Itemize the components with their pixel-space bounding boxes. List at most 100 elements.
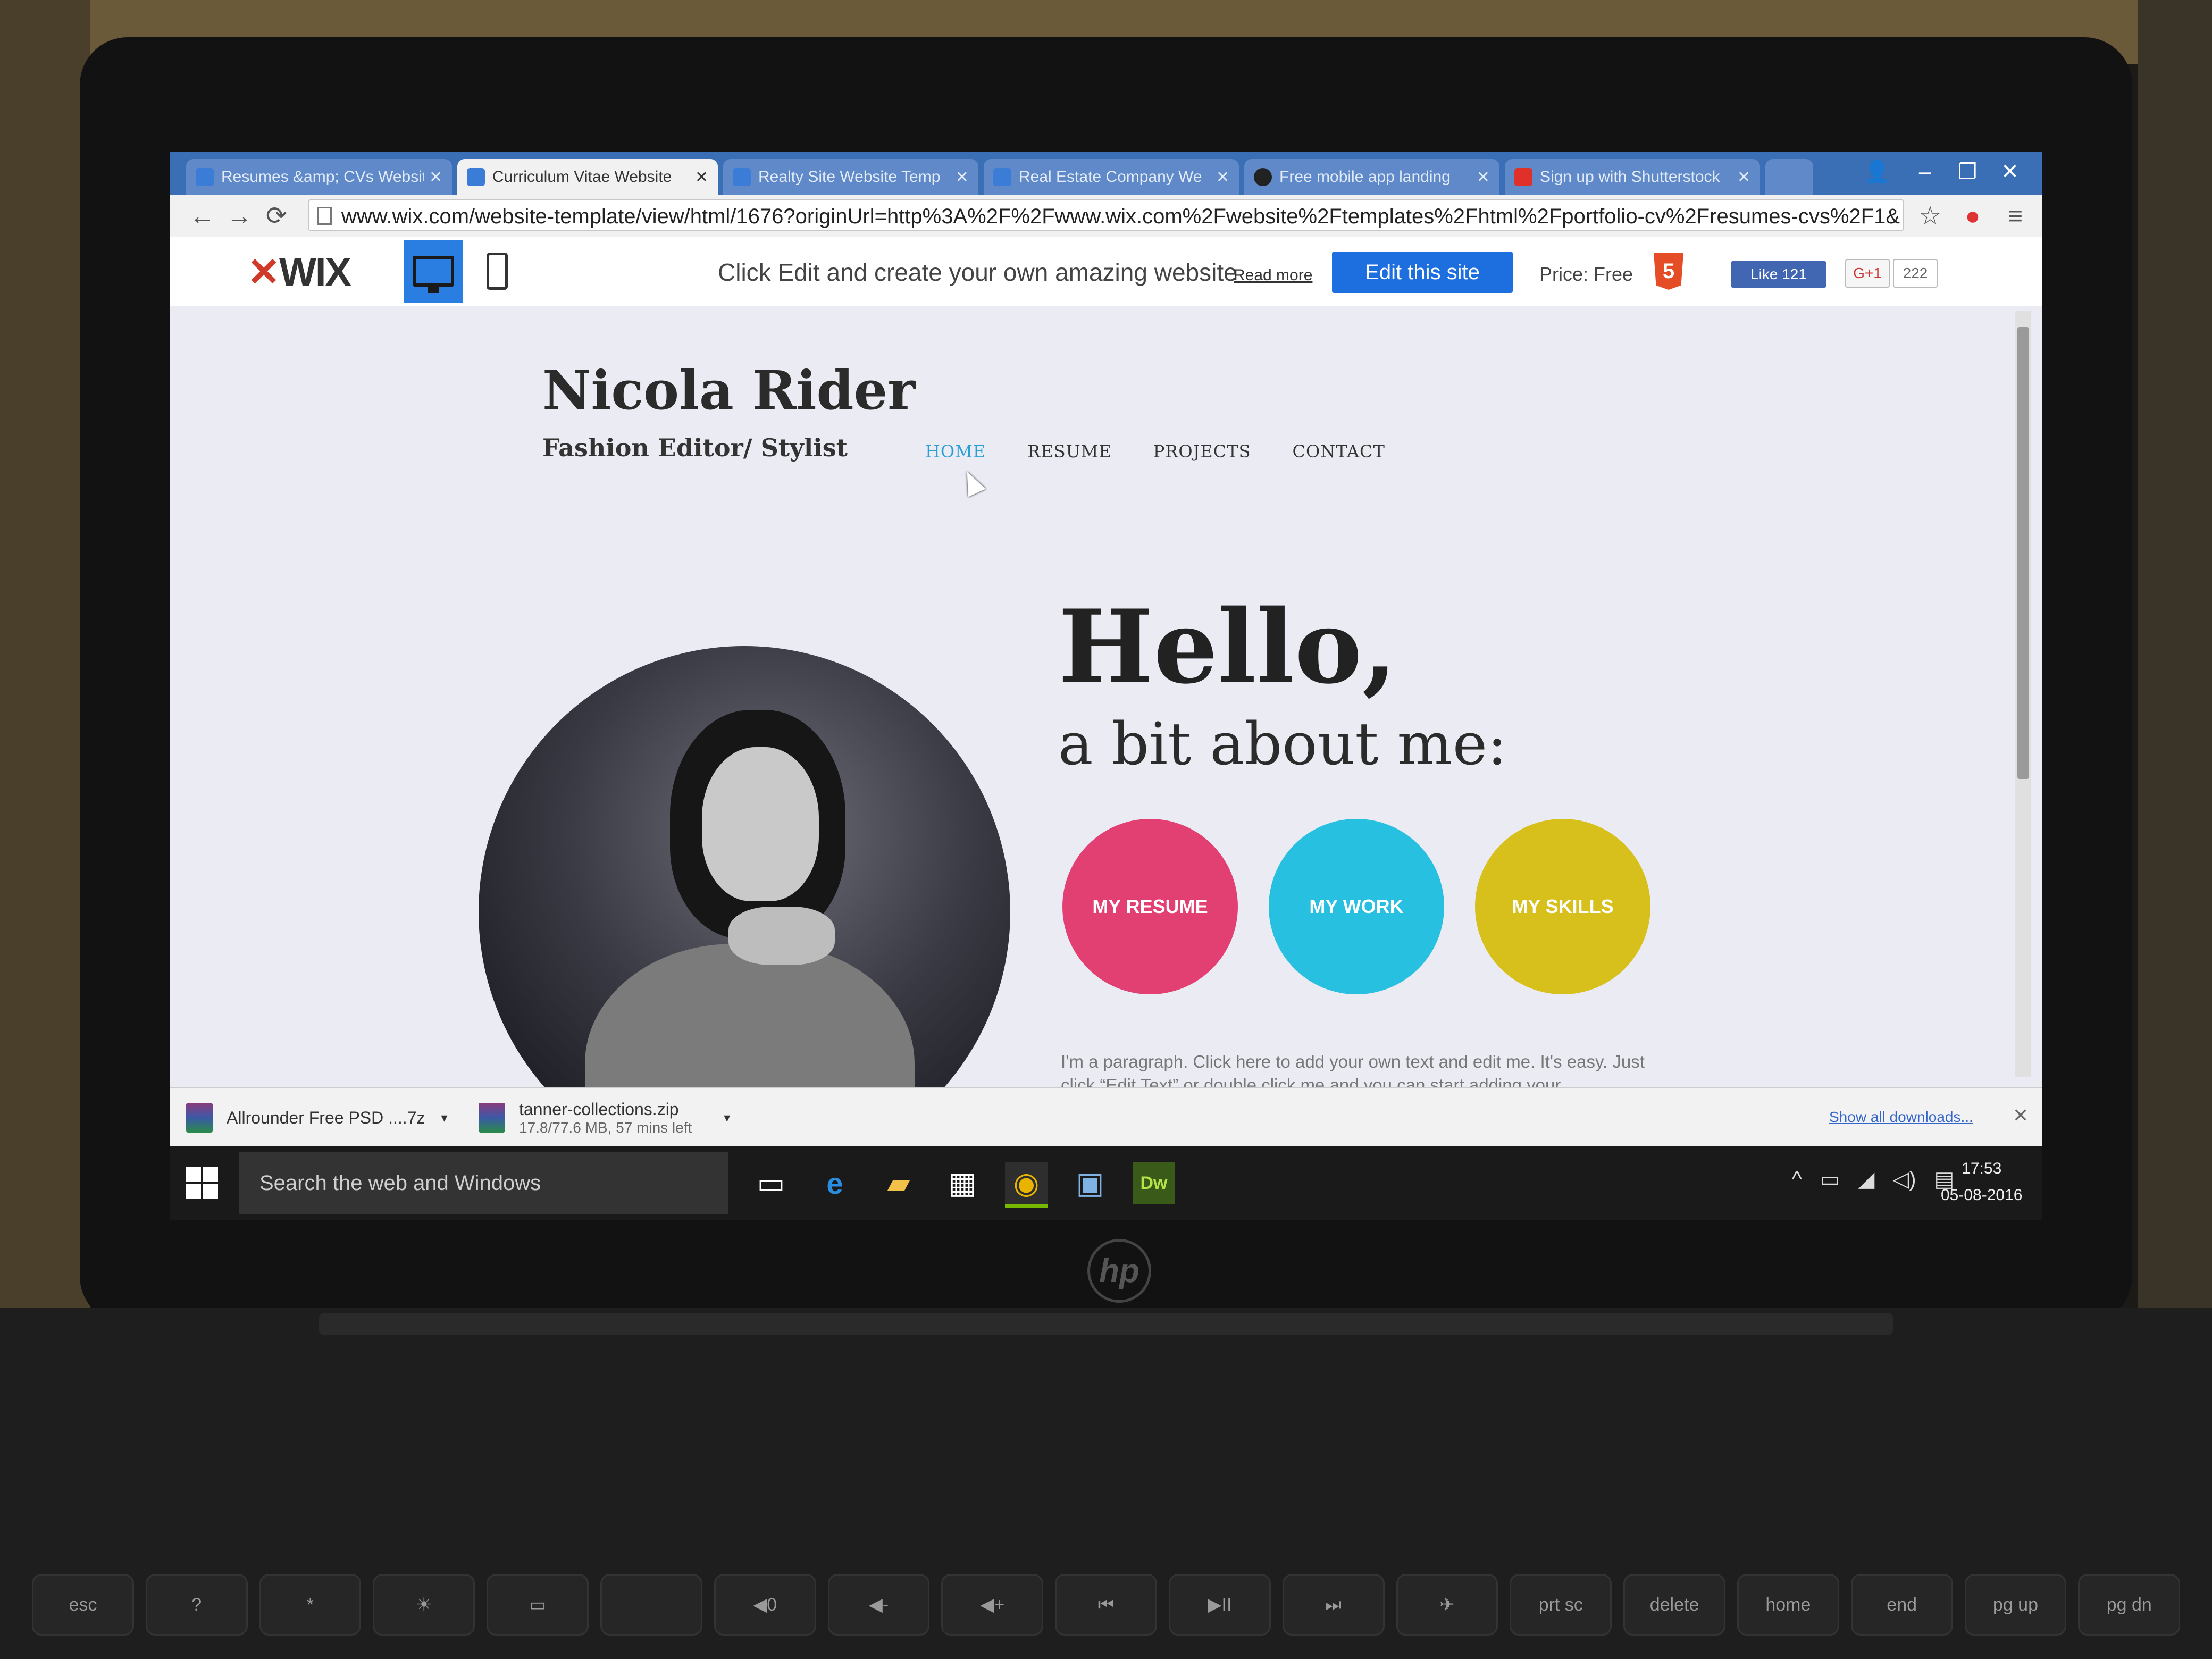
my-resume-button[interactable]: MY RESUME [1062,819,1238,994]
close-icon[interactable]: ✕ [1477,168,1490,187]
my-work-button[interactable]: MY WORK [1269,819,1444,994]
mobile-view-button[interactable] [468,240,526,303]
forward-arrow-icon[interactable]: → [223,200,255,232]
key[interactable]: end [1850,1574,1953,1636]
tab-curriculum-vitae[interactable]: Curriculum Vitae Website ✕ [457,159,718,195]
close-icon[interactable]: ✕ [1737,168,1750,187]
key[interactable]: pg dn [2078,1574,2181,1636]
chrome-icon[interactable]: ◉ [1005,1162,1048,1208]
extension-icon[interactable]: ● [1957,200,1989,232]
wifi-icon[interactable]: ◢ [1858,1167,1875,1192]
desktop-view-button[interactable] [404,240,463,303]
wix-favicon-icon [993,168,1011,186]
key[interactable]: ⏮ [1055,1574,1157,1636]
wix-logo[interactable]: ✕WIX [247,249,351,295]
nav-resume[interactable]: RESUME [1027,441,1111,462]
laptop-hinge [319,1313,1893,1335]
key[interactable]: ⏭ [1282,1574,1385,1636]
chevron-down-icon[interactable]: ▾ [441,1110,447,1126]
volume-icon[interactable]: ◁) [1892,1167,1916,1192]
key[interactable]: prt sc [1510,1574,1612,1636]
tab-shutterstock[interactable]: Sign up with Shutterstock ✕ [1505,159,1760,195]
read-more-link[interactable]: Read more [1234,266,1312,284]
close-icon[interactable]: ✕ [956,168,969,187]
back-arrow-icon[interactable]: ← [186,200,218,232]
shutterstock-favicon-icon [1514,168,1532,186]
tab-resumes-cvs[interactable]: Resumes &amp; CVs Website ✕ [186,159,452,195]
my-skills-button[interactable]: MY SKILLS [1475,819,1650,994]
close-icon[interactable]: ✕ [1216,168,1229,187]
chevron-up-icon[interactable]: ^ [1792,1167,1802,1192]
chevron-down-icon[interactable]: ▾ [724,1110,730,1126]
site-nav: HOME RESUME PROJECTS CONTACT [925,441,1385,462]
address-bar[interactable]: www.wix.com/website-template/view/html/1… [308,199,1904,231]
taskbar-search-box[interactable]: Search the web and Windows [239,1152,728,1214]
edit-this-site-button[interactable]: Edit this site [1332,252,1513,293]
key[interactable]: ▶II [1168,1574,1271,1636]
nav-home[interactable]: HOME [925,441,986,462]
key[interactable] [600,1574,702,1636]
site-title[interactable]: Nicola Rider [542,359,916,422]
key[interactable]: pg up [1964,1574,2067,1636]
tab-real-estate[interactable]: Real Estate Company We ✕ [984,159,1239,195]
battery-icon[interactable]: ▭ [1820,1167,1840,1192]
key[interactable]: ▭ [487,1574,589,1636]
new-tab-button[interactable] [1765,159,1813,195]
minimize-icon[interactable]: – [1904,156,1946,188]
photos-icon[interactable]: ▣ [1069,1162,1111,1204]
restore-icon[interactable]: ❐ [1946,156,1989,188]
dreamweaver-icon[interactable]: Dw [1133,1162,1175,1204]
key[interactable]: esc [32,1574,134,1636]
background-left [0,0,90,1329]
key[interactable]: home [1737,1574,1839,1636]
nav-contact[interactable]: CONTACT [1293,441,1385,462]
key[interactable]: * [259,1574,362,1636]
close-icon[interactable]: ✕ [2013,1104,2029,1127]
menu-icon[interactable]: ≡ [1999,200,2031,232]
scrollbar-thumb[interactable] [2017,327,2029,779]
wix-prompt-text: Click Edit and create your own amazing w… [718,258,1237,286]
wix-template-toolbar: ✕WIX Click Edit and create your own amaz… [170,237,2042,307]
archive-icon [479,1103,505,1133]
intro-paragraph[interactable]: I'm a paragraph. Click here to add your … [1061,1050,1646,1087]
laptop-screen: Resumes &amp; CVs Website ✕ Curriculum V… [170,152,2042,1220]
profile-icon[interactable]: 👤 [1856,156,1898,188]
key[interactable]: ☀ [373,1574,475,1636]
page-scrollbar[interactable] [2015,311,2031,1077]
key[interactable]: ✈ [1396,1574,1498,1636]
wix-favicon-icon [196,168,214,186]
key[interactable]: ◀0 [714,1574,816,1636]
file-explorer-icon[interactable]: ▰ [877,1162,920,1204]
task-view-icon[interactable]: ▭ [750,1162,792,1204]
mouse-cursor-icon [958,467,986,497]
key[interactable]: ? [145,1574,248,1636]
facebook-like-button[interactable]: Like 121 [1731,261,1826,288]
keyboard-function-row: esc ? * ☀ ▭ ◀0 ◀- ◀+ ⏮ ▶II ⏭ ✈ prt sc de… [32,1574,2181,1638]
store-icon[interactable]: ▦ [941,1162,984,1204]
windows-taskbar: Search the web and Windows ▭ e ▰ ▦ ◉ ▣ D… [170,1146,2042,1220]
download-item[interactable]: Allrounder Free PSD ....7z ▾ [186,1094,463,1142]
system-tray: ^ ▭ ◢ ◁) ▤ [1792,1167,1954,1192]
taskbar-clock[interactable]: 17:53 05-08-2016 [1941,1155,2022,1209]
monitor-icon [413,256,454,293]
download-item[interactable]: tanner-collections.zip 17.8/77.6 MB, 57 … [479,1094,755,1142]
nav-projects[interactable]: PROJECTS [1153,441,1251,462]
close-icon[interactable]: ✕ [695,168,708,187]
key[interactable]: delete [1623,1574,1725,1636]
bookmark-star-icon[interactable]: ☆ [1914,200,1946,232]
edge-icon[interactable]: e [814,1162,856,1204]
tab-realty-site[interactable]: Realty Site Website Temp ✕ [723,159,978,195]
html5-icon: 5 [1654,253,1683,290]
show-all-downloads-link[interactable]: Show all downloads... [1829,1109,1973,1126]
google-plus-button[interactable]: G+1 [1845,259,1890,288]
background-right [2138,0,2212,1329]
reload-icon[interactable]: ⟳ [261,200,292,232]
close-icon[interactable]: ✕ [429,168,442,187]
windows-start-icon[interactable] [186,1167,218,1199]
close-window-icon[interactable]: ✕ [1989,156,2031,188]
phone-icon [487,253,508,290]
key[interactable]: ◀+ [941,1574,1044,1636]
about-heading: a bit about me: [1058,710,1507,778]
tab-free-mobile-app[interactable]: Free mobile app landing ✕ [1244,159,1499,195]
key[interactable]: ◀- [827,1574,930,1636]
